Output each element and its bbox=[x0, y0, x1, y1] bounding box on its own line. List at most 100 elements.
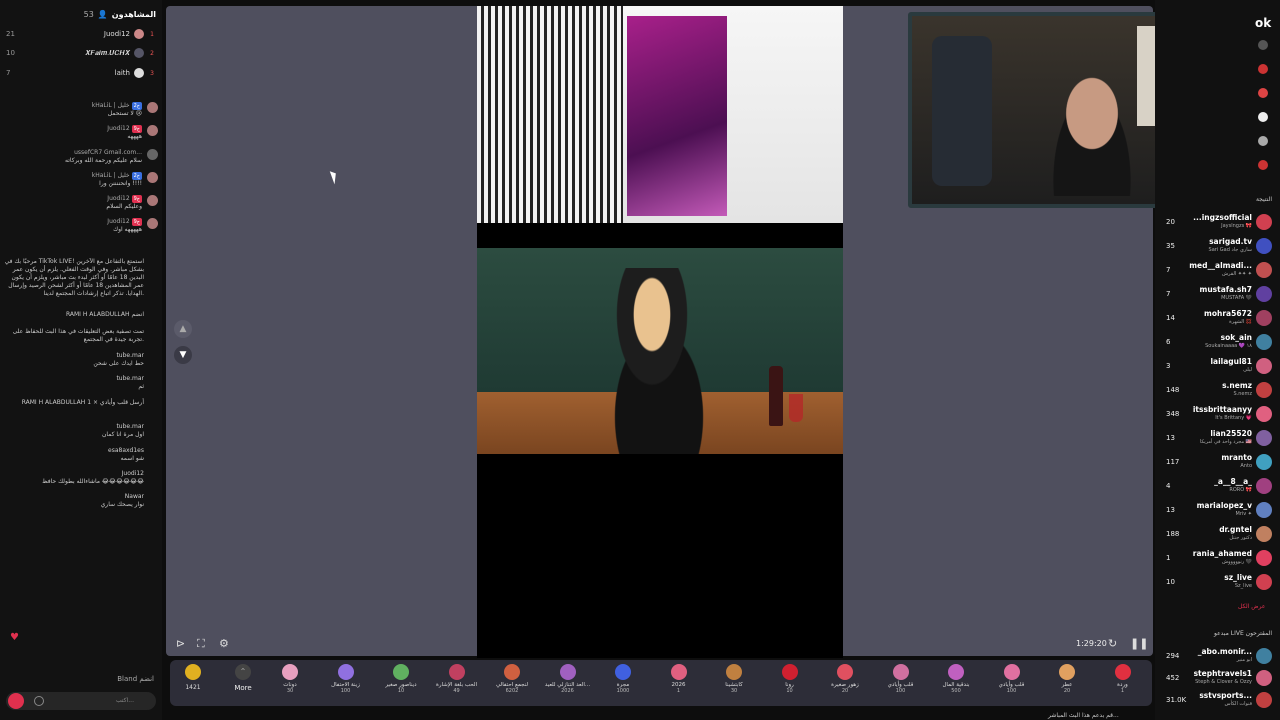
top-viewer-row[interactable]: 21 Juodi12 1 bbox=[6, 28, 154, 40]
ranking-row[interactable]: 35 sarigad.tv Sari Gad ساري جاد bbox=[1160, 236, 1276, 258]
fullscreen-icon[interactable]: ⛶ bbox=[197, 637, 205, 651]
ranking-score: 14 bbox=[1166, 314, 1175, 322]
avatar bbox=[147, 102, 158, 113]
ranking-row[interactable]: 13 marialopez_v Mriv ✦ bbox=[1160, 500, 1276, 522]
ranking-subtitle: RORO 🎀 bbox=[1229, 487, 1252, 493]
ranking-subtitle: Anto bbox=[1240, 463, 1252, 469]
ranking-subtitle: رنوووووش 🖤 bbox=[1222, 559, 1252, 565]
gift-price: 100 bbox=[1006, 688, 1017, 694]
next-stream-button[interactable]: ▼ bbox=[174, 346, 192, 364]
coins-balance[interactable]: 1421 bbox=[178, 660, 208, 691]
chat-user[interactable]: tube.mar bbox=[4, 352, 144, 360]
avatar bbox=[1256, 406, 1272, 422]
ranking-row[interactable]: 148 s.nemz S.nemz bbox=[1160, 380, 1276, 402]
gift-item[interactable]: مجرة 1000 bbox=[596, 660, 650, 706]
chat-user[interactable]: RAMI H ALABDULLAH bbox=[66, 311, 130, 318]
home-icon[interactable] bbox=[1258, 112, 1268, 122]
ranking-row[interactable]: 13 lian25520 مجرد واحد في أمريكا 🇺🇸 bbox=[1160, 428, 1276, 450]
chat-text: هههههه اوك bbox=[113, 226, 142, 233]
gift-item[interactable]: بندقية المال 500 bbox=[929, 660, 983, 706]
video-player[interactable] bbox=[477, 6, 843, 658]
ranking-row[interactable]: 7 mustafa.sh7 MUSTAFA 🖤 bbox=[1160, 284, 1276, 306]
gift-price: 30 bbox=[730, 688, 738, 694]
volume-icon[interactable]: ⊳ bbox=[176, 637, 185, 650]
ranking-row[interactable]: 1 rania_ahamed رنوووووش 🖤 bbox=[1160, 548, 1276, 570]
chat-user[interactable]: Nawar bbox=[4, 493, 144, 501]
more-gifts-button[interactable]: ⌃ More bbox=[228, 660, 258, 692]
avatar bbox=[1256, 286, 1272, 302]
chat-join: RAMI H ALABDULLAH انضم bbox=[4, 311, 158, 319]
gift-price: 2026 bbox=[561, 688, 574, 694]
gift-item[interactable]: 2026 1 bbox=[652, 660, 706, 706]
chat-user[interactable]: Juodi12 bbox=[107, 218, 129, 225]
viewers-header[interactable]: 53 👤 المشاهدون bbox=[6, 10, 156, 19]
gift-price: 30 bbox=[286, 688, 294, 694]
chat-user[interactable]: Juodi12 bbox=[107, 125, 129, 132]
top-viewer-row[interactable]: 10 𝑿𝑭𝒂𝒊𝒎.𝑼𝑪𝑯𝑿 2 bbox=[6, 47, 154, 59]
gift-price: 1 bbox=[1120, 688, 1125, 694]
ranking-row[interactable]: 20 ...ingzsofficial Jayslngzs 🎀 bbox=[1160, 212, 1276, 234]
ranking-row[interactable]: 7 med__almadi... القرش ✦✦ ✦ bbox=[1160, 260, 1276, 282]
gift-icon bbox=[670, 664, 687, 680]
top-viewer-row[interactable]: 7 laith 3 bbox=[6, 67, 154, 79]
chat-user[interactable]: RAMI H ALABDULLAH bbox=[22, 399, 86, 406]
ranking-row[interactable]: 10 sz_live Sz_live bbox=[1160, 572, 1276, 594]
ranking-row[interactable]: 348 itssbrittaanyy It's Brittany 💗 bbox=[1160, 404, 1276, 426]
suggested-row[interactable]: 294 _abo.monir... ابو منير bbox=[1160, 646, 1276, 668]
chat-user[interactable]: kHaLiL | خليل bbox=[92, 172, 130, 179]
live-icon[interactable] bbox=[1258, 88, 1268, 98]
inbox-icon[interactable] bbox=[1258, 160, 1268, 170]
arrow-up-icon[interactable] bbox=[1258, 40, 1268, 50]
ranking-row[interactable]: 117 mranto Anto bbox=[1160, 452, 1276, 474]
ranking-row[interactable]: 14 mohra5672 الشهرة 💢 bbox=[1160, 308, 1276, 330]
video-frame-door bbox=[627, 16, 727, 216]
settings-icon[interactable]: ⚙ bbox=[219, 637, 229, 650]
chat-user[interactable]: tube.mar bbox=[4, 423, 144, 431]
show-all-link[interactable]: عرض الكل bbox=[1238, 603, 1265, 610]
ranking-name: sarigad.tv bbox=[1209, 237, 1252, 246]
gift-item[interactable]: زهور صغيرة 20 bbox=[818, 660, 872, 706]
ranking-name: s.nemz bbox=[1222, 381, 1252, 390]
ranking-row[interactable]: 4 _a__8__a_ RORO 🎀 bbox=[1160, 476, 1276, 498]
avatar bbox=[1256, 550, 1272, 566]
gift-item[interactable]: الحب بلغة الإشارة 49 bbox=[430, 660, 484, 706]
refresh-icon[interactable]: ↻ bbox=[1108, 637, 1117, 650]
chat-input[interactable]: اكتب... bbox=[6, 692, 156, 710]
suggested-row[interactable]: 452 stephtravels1 Steph & Clover & Ozzy bbox=[1160, 668, 1276, 690]
gift-item[interactable]: ديناصور صغير 10 bbox=[374, 660, 428, 706]
avatar bbox=[1256, 382, 1272, 398]
pause-icon[interactable]: ❚❚ bbox=[1130, 637, 1148, 650]
chat-user[interactable]: kHaLiL | خليل bbox=[92, 102, 130, 109]
gift-item[interactable]: وردة 1 bbox=[1096, 660, 1150, 706]
video-painting-figure bbox=[582, 268, 722, 454]
ranking-row[interactable]: 3 lailagul81 ليلى bbox=[1160, 356, 1276, 378]
gift-item[interactable]: عطر 20 bbox=[1040, 660, 1094, 706]
more-label: More bbox=[234, 684, 252, 692]
viewer-score: 7 bbox=[6, 69, 11, 77]
gift-item[interactable]: دونات 30 bbox=[263, 660, 317, 706]
ranking-row[interactable]: 6 sok_ain Soukainaaaa 💜 ۱۸ bbox=[1160, 332, 1276, 354]
emoji-icon[interactable] bbox=[34, 696, 44, 706]
chat-user[interactable]: ussefCR7 Gmail.com... bbox=[74, 149, 142, 156]
chat-user[interactable]: Bland bbox=[117, 675, 137, 683]
gift-item[interactable]: كابتشينا 30 bbox=[707, 660, 761, 706]
chat-user[interactable]: Juodi12 bbox=[4, 470, 144, 478]
gift-item[interactable]: زينة الاحتفال 100 bbox=[319, 660, 373, 706]
explore-icon[interactable] bbox=[1258, 136, 1268, 146]
gift-item[interactable]: العد التنازلي للعيد... 2026 bbox=[541, 660, 595, 706]
ranking-row[interactable]: 188 dr.gntel دكتور جنتل bbox=[1160, 524, 1276, 546]
chat-user[interactable]: tube.mar bbox=[4, 375, 144, 383]
suggested-viewers: 31.0K bbox=[1166, 696, 1187, 704]
gift-icon bbox=[615, 664, 631, 680]
previous-stream-button[interactable]: ▲ bbox=[174, 320, 192, 338]
chat-user[interactable]: esa8axd1es bbox=[4, 447, 144, 455]
gift-item[interactable]: رونا 10 bbox=[763, 660, 817, 706]
gift-item[interactable]: قلب وأيادي 100 bbox=[874, 660, 928, 706]
profile-icon[interactable] bbox=[1258, 64, 1268, 74]
gift-icon bbox=[559, 664, 576, 680]
suggested-row[interactable]: 31.0K sstvsports... قنوات الكأس bbox=[1160, 690, 1276, 712]
gift-button[interactable] bbox=[8, 693, 24, 709]
gift-item[interactable]: لنجمع احتفالي 6202 bbox=[485, 660, 539, 706]
chat-user[interactable]: Juodi12 bbox=[107, 195, 129, 202]
gift-item[interactable]: قلب وأيادي 100 bbox=[985, 660, 1039, 706]
